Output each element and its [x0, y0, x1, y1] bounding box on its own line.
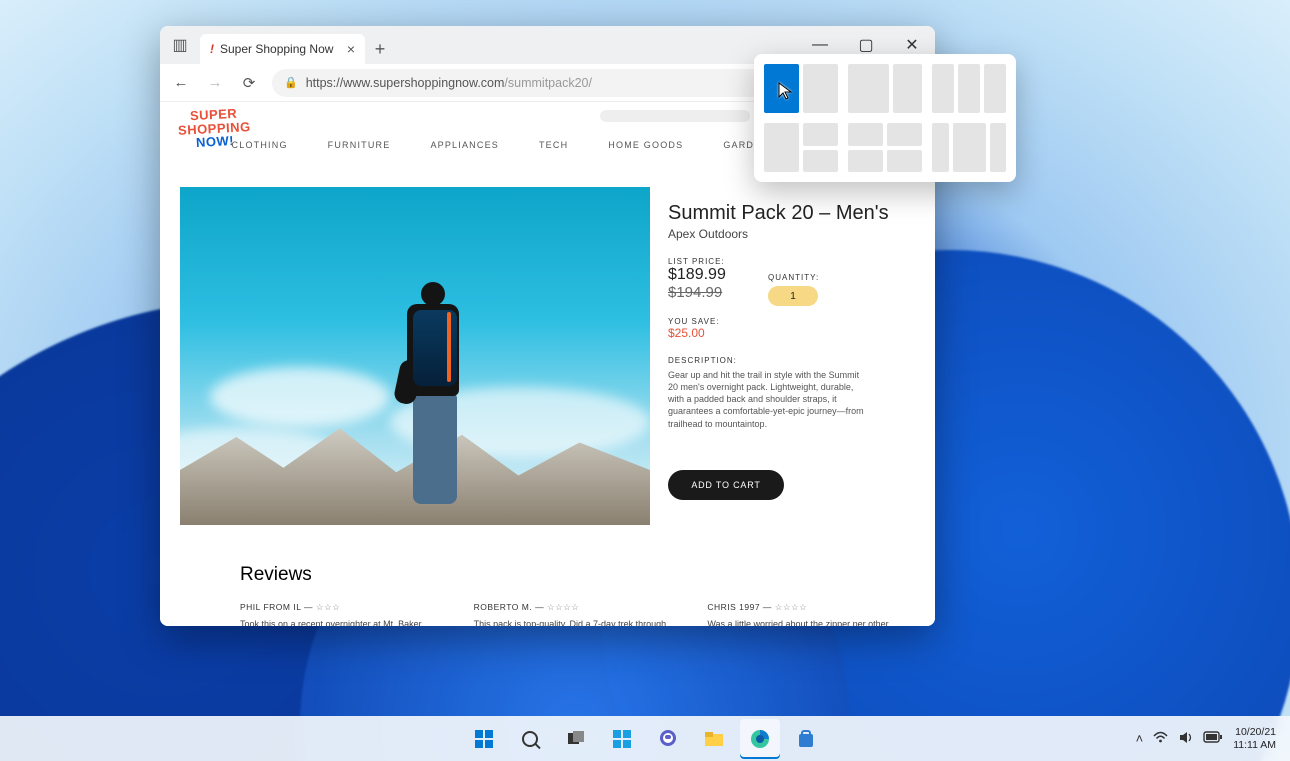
- task-view-button[interactable]: [556, 719, 596, 759]
- tab-actions-button[interactable]: ▥: [160, 26, 200, 64]
- tab-close-button[interactable]: ×: [347, 41, 355, 57]
- nav-tech[interactable]: TECH: [539, 140, 568, 150]
- file-explorer-button[interactable]: [694, 719, 734, 759]
- snap-zone[interactable]: [803, 150, 838, 173]
- edge-button[interactable]: [740, 719, 780, 759]
- snap-zone[interactable]: [990, 123, 1007, 172]
- product-image: [180, 187, 650, 525]
- chat-button[interactable]: [648, 719, 688, 759]
- snap-zone[interactable]: [887, 123, 922, 146]
- snap-zone[interactable]: [803, 64, 838, 113]
- description-label: DESCRIPTION:: [668, 356, 915, 365]
- url-host: https://www.supershoppingnow.com: [306, 76, 505, 90]
- reviews-section: Reviews PHIL FROM IL — ☆☆☆ Took this on …: [240, 564, 905, 626]
- nav-home-goods[interactable]: HOME GOODS: [608, 140, 683, 150]
- you-save-value: $25.00: [668, 326, 915, 340]
- snap-layouts-flyout: [754, 54, 1016, 182]
- you-save-label: YOU SAVE:: [668, 317, 915, 326]
- snap-zone[interactable]: [984, 64, 1006, 113]
- taskbar: ˄ 10/20/21 11:11 AM: [0, 716, 1290, 761]
- snap-zone[interactable]: [953, 123, 986, 172]
- snap-layout-3col[interactable]: [932, 64, 1006, 113]
- store-button[interactable]: [786, 719, 826, 759]
- snap-layout-main-side[interactable]: [848, 64, 922, 113]
- tab-title: Super Shopping Now: [220, 42, 333, 56]
- snap-zone[interactable]: [932, 123, 949, 172]
- tray-chevron-icon[interactable]: ˄: [1136, 731, 1144, 746]
- taskbar-clock[interactable]: 10/20/21 11:11 AM: [1233, 726, 1276, 751]
- back-button[interactable]: ←: [170, 74, 192, 91]
- quantity-stepper[interactable]: 1: [768, 286, 818, 306]
- snap-layout-thirds[interactable]: [932, 123, 1006, 172]
- taskbar-time: 11:11 AM: [1233, 739, 1276, 752]
- taskbar-search-button[interactable]: [510, 719, 550, 759]
- forward-button[interactable]: →: [204, 74, 226, 91]
- snap-zone[interactable]: [958, 64, 980, 113]
- add-to-cart-button[interactable]: ADD TO CART: [668, 470, 784, 500]
- review-item: PHIL FROM IL — ☆☆☆ Took this on a recent…: [240, 602, 438, 626]
- refresh-button[interactable]: ⟳: [238, 74, 260, 92]
- nav-appliances[interactable]: APPLIANCES: [430, 140, 499, 150]
- taskbar-date: 10/20/21: [1233, 726, 1276, 739]
- snap-zone[interactable]: [932, 64, 954, 113]
- snap-zone[interactable]: [848, 64, 889, 113]
- snap-zone[interactable]: [887, 150, 922, 173]
- snap-zone[interactable]: [848, 123, 883, 146]
- battery-icon[interactable]: [1203, 731, 1223, 746]
- snap-layout-2col[interactable]: [764, 64, 838, 113]
- product-details: Summit Pack 20 – Men's Apex Outdoors LIS…: [668, 202, 915, 500]
- snap-zone[interactable]: [803, 123, 838, 146]
- snap-zone[interactable]: [848, 150, 883, 173]
- lock-icon: 🔒: [284, 76, 298, 89]
- nav-clothing[interactable]: CLOTHING: [232, 140, 288, 150]
- product-title: Summit Pack 20 – Men's: [668, 202, 915, 225]
- new-tab-button[interactable]: +: [365, 39, 395, 60]
- snap-zone[interactable]: [764, 123, 799, 172]
- nav-furniture[interactable]: FURNITURE: [328, 140, 391, 150]
- widgets-button[interactable]: [602, 719, 642, 759]
- snap-layout-half-stack[interactable]: [764, 123, 838, 172]
- snap-layout-quad[interactable]: [848, 123, 922, 172]
- favicon-icon: !: [210, 42, 214, 56]
- browser-tab[interactable]: ! Super Shopping Now ×: [200, 34, 365, 64]
- wifi-icon[interactable]: [1153, 730, 1168, 748]
- quantity-label: QUANTITY:: [768, 273, 819, 282]
- review-item: CHRIS 1997 — ☆☆☆☆ Was a little worried a…: [707, 602, 905, 626]
- url-path: /summitpack20/: [504, 76, 592, 90]
- volume-icon[interactable]: [1178, 730, 1193, 748]
- product-description: Gear up and hit the trail in style with …: [668, 369, 868, 430]
- reviews-heading: Reviews: [240, 564, 905, 586]
- product-brand: Apex Outdoors: [668, 227, 915, 241]
- snap-zone[interactable]: [893, 64, 922, 113]
- site-search[interactable]: [600, 110, 750, 122]
- snap-zone[interactable]: [764, 64, 799, 113]
- start-button[interactable]: [464, 719, 504, 759]
- review-item: ROBERTO M. — ☆☆☆☆ This pack is top-quali…: [474, 602, 672, 626]
